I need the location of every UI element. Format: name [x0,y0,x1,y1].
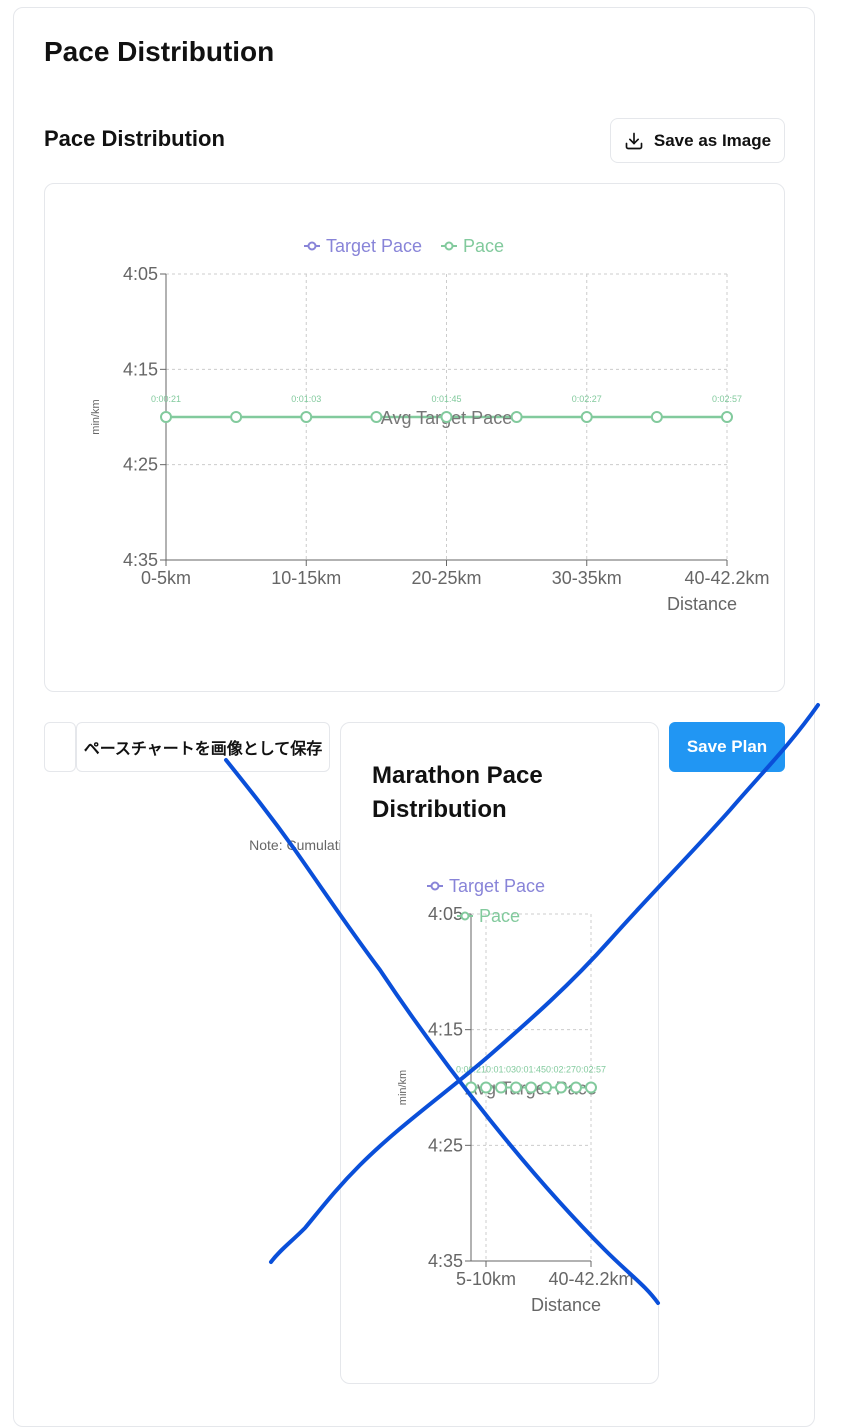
x-tick-label: 5-10km [456,1269,516,1289]
cumulative-time-label: 0:02:27 [546,1065,576,1075]
marathon-chart-card: Marathon Pace Distribution 4:05 4:15 4:25 4… [340,722,659,1384]
pace-point [510,1081,522,1094]
cumulative-time-label: 0:00:21 [151,394,181,404]
x-axis-label: Distance [531,1295,601,1315]
x-tick-label: 20-25km [411,568,481,588]
pace-point [721,411,733,423]
x-tick-label: 40-42.2km [548,1269,633,1289]
cumulative-time-label: 0:01:45 [516,1065,546,1075]
section-title: Pace Distribution [44,126,225,151]
legend-swatch-dot [430,881,440,891]
y-tick-label: 4:05 [123,264,158,284]
x-tick-label: 0-5km [141,568,191,588]
save-as-image-button[interactable]: Save as Image [610,118,785,163]
cumulative-time-label: 0:00:21 [456,1065,486,1075]
x-tick-label: 30-35km [552,568,622,588]
legend-swatch-dot [460,911,470,921]
pace-point [440,411,453,423]
save-plan-button[interactable]: Save Plan [669,722,785,772]
cumulative-time-label: 0:02:57 [712,394,742,404]
cumulative-time-label: 0:01:03 [486,1065,516,1075]
pace-point [160,411,172,423]
pace-point [580,411,593,423]
y-tick-label: 4:35 [428,1251,463,1271]
x-axis-label: Distance [667,594,737,614]
legend-label: Pace [479,906,520,926]
pace-point [525,1081,537,1094]
y-axis-label: min/km [90,399,102,434]
cumulative-time-label: 0:01:45 [431,394,461,404]
cumulative-time-label: 0:01:03 [291,394,321,404]
save-as-image-label: Save as Image [653,130,772,150]
y-tick-label: 4:25 [428,1135,463,1155]
legend-label: Target Pace [449,876,545,896]
pace-point [495,1081,507,1094]
legend-label: Target Pace [326,236,422,256]
pace-point [510,411,523,423]
legend-swatch-dot [307,241,317,251]
pace-point [650,411,663,423]
cumulative-time-label: 0:02:57 [576,1065,606,1075]
marathon-pace-chart: 4:05 4:15 4:25 4:355-10km 40-42.2km Distance m… [397,876,634,1315]
save-chart-image-jp-button[interactable]: ペースチャートを画像として保存 [76,722,330,772]
y-tick-label: 4:35 [123,550,158,570]
x-tick-label: 10-15km [271,568,341,588]
x-tick-label: 40-42.2km [684,568,769,588]
y-tick-label: 4:25 [123,455,158,475]
pace-chart: 4:05 4:15 4:25 4:350-5km 10-15km 20-25km 30-35… [90,236,770,614]
pace-point [480,1081,492,1094]
y-axis-label: min/km [397,1070,409,1105]
pace-point [585,1081,597,1094]
cumulative-time-label: 0:02:27 [572,394,602,404]
pace-point [465,1081,477,1094]
pace-point [555,1081,567,1094]
pace-point [370,411,383,423]
legend-swatch-dot [444,241,454,251]
blank-button[interactable] [44,722,76,772]
pace-point [300,411,313,423]
pace-point [570,1081,582,1094]
pace-point [540,1081,552,1094]
y-tick-label: 4:15 [428,1020,463,1040]
legend-label: Pace [463,236,504,256]
page-title: Pace Distribution [44,36,275,67]
download-icon [625,132,643,149]
pace-chart-card: 4:05 4:15 4:25 4:35 0-5km 10-15km 20-25km 30-35… [44,183,785,853]
y-tick-label: 4:05 [428,904,463,924]
y-tick-label: 4:15 [123,359,158,379]
pace-point [230,411,243,423]
